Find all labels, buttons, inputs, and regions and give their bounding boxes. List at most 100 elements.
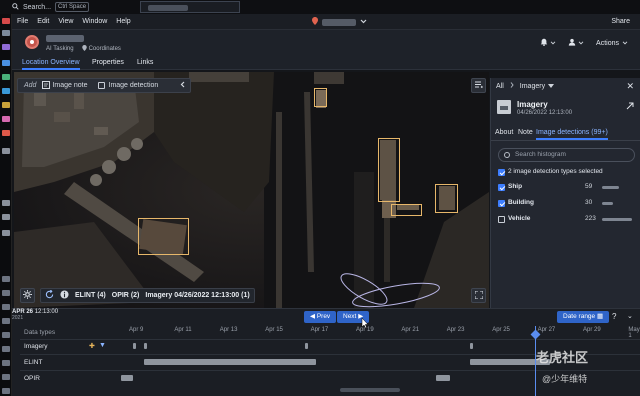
app-icon-user[interactable]	[2, 276, 10, 282]
help-icon[interactable]: ?	[612, 312, 616, 321]
menu-edit[interactable]: Edit	[37, 18, 49, 25]
watermark-user: @少年维特	[542, 374, 588, 384]
opir-event[interactable]	[121, 375, 133, 381]
watermark: 老虎社区 @少年维特	[536, 347, 588, 385]
app-icon-grid[interactable]	[2, 74, 10, 80]
open-tab[interactable]	[140, 1, 240, 13]
tab-about[interactable]: About	[495, 129, 513, 136]
app-icon-monitor[interactable]	[2, 346, 10, 352]
pin-icon[interactable]: ✚	[89, 342, 95, 350]
checkbox-checked-icon[interactable]	[498, 184, 505, 191]
filter-icon[interactable]: ▼	[99, 342, 106, 349]
tab-links[interactable]: Links	[137, 59, 153, 66]
histogram-row-vehicle[interactable]: Vehicle 223	[498, 214, 636, 226]
object-header: AI Tasking Coordinates Actions	[12, 30, 640, 56]
prev-button[interactable]: ◀ Prev	[304, 311, 337, 323]
selection-ellipse[interactable]	[334, 267, 444, 308]
app-icon-expand[interactable]	[2, 148, 10, 154]
selection-summary[interactable]: 2 image detection types selected	[498, 167, 636, 179]
image-note-button[interactable]: Image note	[42, 80, 88, 91]
current-year: 2021	[12, 315, 24, 321]
detection-box[interactable]	[435, 184, 458, 213]
menu-help[interactable]: Help	[116, 18, 130, 25]
app-icon-globe[interactable]	[2, 60, 10, 66]
image-detection-button[interactable]: Image detection	[97, 82, 158, 89]
imagery-event[interactable]	[144, 343, 147, 349]
checkbox-unchecked-icon[interactable]	[498, 216, 505, 223]
row-imagery[interactable]: Imagery	[24, 343, 47, 350]
refresh-icon[interactable]	[45, 289, 54, 301]
coordinates-link[interactable]: Coordinates	[81, 45, 121, 53]
chevron-left-icon[interactable]	[180, 81, 185, 90]
satellite-map[interactable]	[14, 72, 489, 308]
location-pin-icon	[312, 17, 318, 27]
collapse-icon[interactable]: ⌄	[627, 312, 633, 320]
breadcrumb-all[interactable]: All	[496, 83, 504, 90]
detection-box[interactable]	[314, 88, 327, 107]
app-icon-map[interactable]	[2, 102, 10, 108]
elint-count: (4)	[97, 292, 106, 299]
app-icon-files[interactable]	[2, 30, 10, 36]
elint-event[interactable]	[144, 359, 316, 365]
detection-box[interactable]	[378, 138, 400, 202]
actions-button[interactable]: Actions	[596, 40, 628, 47]
imagery-event[interactable]	[470, 343, 473, 349]
imagery-event[interactable]	[133, 343, 136, 349]
app-icon-add[interactable]	[2, 200, 10, 206]
notifications-button[interactable]	[540, 38, 556, 48]
tab-note[interactable]: Note	[518, 129, 533, 136]
app-icon-cube[interactable]	[2, 374, 10, 380]
app-icon-folder[interactable]	[2, 214, 10, 220]
breadcrumb-imagery-dropdown[interactable]: Imagery	[520, 83, 555, 90]
close-icon[interactable]: ✕	[626, 81, 634, 92]
opir-layer[interactable]: OPIR (2)	[112, 292, 140, 299]
imagery-event[interactable]	[305, 343, 308, 349]
tab-image-detections[interactable]: Image detections (99+)	[536, 129, 608, 140]
row-opir[interactable]: OPIR	[24, 375, 40, 382]
app-icon-layers[interactable]	[2, 360, 10, 366]
date-range-button[interactable]: Date range ▦	[557, 311, 610, 323]
app-icon-graph[interactable]	[2, 88, 10, 94]
share-button[interactable]: Share	[611, 18, 630, 25]
global-search[interactable]: Search... Ctrl Space	[12, 2, 90, 12]
user-menu-button[interactable]	[568, 38, 584, 48]
menu-file[interactable]: File	[17, 18, 28, 25]
app-icon-tools[interactable]	[2, 332, 10, 338]
app-icon-star[interactable]	[2, 230, 10, 236]
detection-box[interactable]	[138, 218, 189, 255]
gear-icon	[23, 290, 32, 301]
info-icon[interactable]	[60, 290, 69, 301]
row-elint[interactable]: ELINT	[24, 359, 42, 366]
map-list-button[interactable]	[471, 78, 486, 93]
opir-event[interactable]	[436, 375, 450, 381]
histogram-row-ship[interactable]: Ship 59	[498, 182, 636, 194]
object-subtitle: AI Tasking Coordinates	[46, 45, 121, 53]
app-icon-settings[interactable]	[2, 304, 10, 310]
open-external-icon[interactable]	[626, 102, 634, 112]
timeline-scrollbar[interactable]	[340, 388, 400, 392]
menu-view[interactable]: View	[58, 18, 73, 25]
app-icon-apps[interactable]	[2, 44, 10, 50]
menu-items: File Edit View Window Help	[17, 18, 131, 25]
histogram-search-input[interactable]: Search histogram	[498, 148, 635, 162]
imagery-layer[interactable]: Imagery 04/26/2022 12:13:00 (1)	[145, 292, 249, 299]
menu-window[interactable]: Window	[82, 18, 107, 25]
imagery-count: (1)	[241, 292, 250, 299]
tab-location-overview[interactable]: Location Overview	[22, 59, 80, 70]
detection-box[interactable]	[391, 204, 422, 216]
app-icon-bell[interactable]	[2, 290, 10, 296]
app-icon-help[interactable]	[2, 318, 10, 324]
tab-properties[interactable]: Properties	[92, 59, 124, 66]
map-settings-button[interactable]	[20, 288, 35, 303]
document-switcher[interactable]	[312, 17, 367, 27]
fullscreen-button[interactable]	[471, 288, 486, 303]
elint-layer[interactable]: ELINT (4)	[75, 292, 106, 299]
histogram-row-building[interactable]: Building 30	[498, 198, 636, 210]
app-icon-video[interactable]	[2, 130, 10, 136]
app-icon-plane[interactable]	[2, 388, 10, 394]
timeline-tick-label: Apr 25	[492, 327, 510, 333]
app-icon-chart[interactable]	[2, 116, 10, 122]
app-icon-alerts[interactable]	[2, 18, 10, 24]
timeline-tick-label: Apr 29	[583, 327, 601, 333]
checkbox-checked-icon[interactable]	[498, 200, 505, 207]
